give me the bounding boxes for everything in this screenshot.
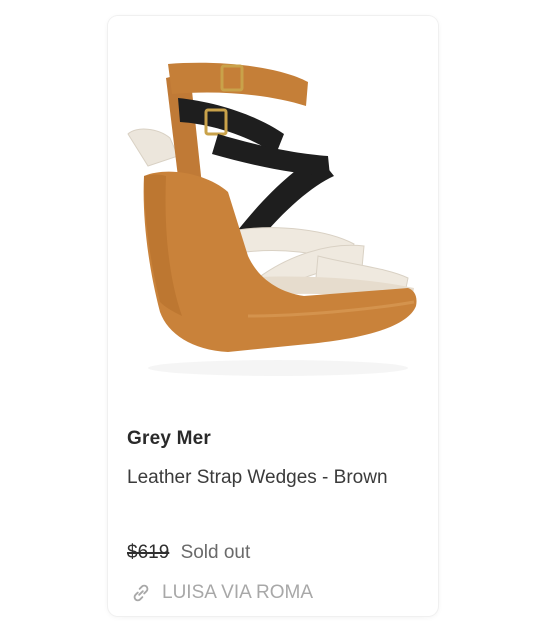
page: Grey Mer Leather Strap Wedges - Brown $6… [0, 0, 555, 644]
link-icon [130, 582, 152, 604]
wedge-sandal-illustration [127, 62, 417, 376]
brand-name: Grey Mer [127, 428, 211, 449]
product-title[interactable]: Leather Strap Wedges - Brown [127, 464, 407, 492]
product-image[interactable] [108, 16, 438, 406]
price: $619 [127, 542, 170, 563]
price-row: $619 Sold out [127, 542, 250, 564]
retailer-name: LUISA VIA ROMA [162, 582, 313, 603]
retailer-link[interactable]: LUISA VIA ROMA [130, 582, 313, 604]
product-card[interactable]: Grey Mer Leather Strap Wedges - Brown $6… [108, 16, 438, 616]
status-badge: Sold out [180, 542, 251, 563]
